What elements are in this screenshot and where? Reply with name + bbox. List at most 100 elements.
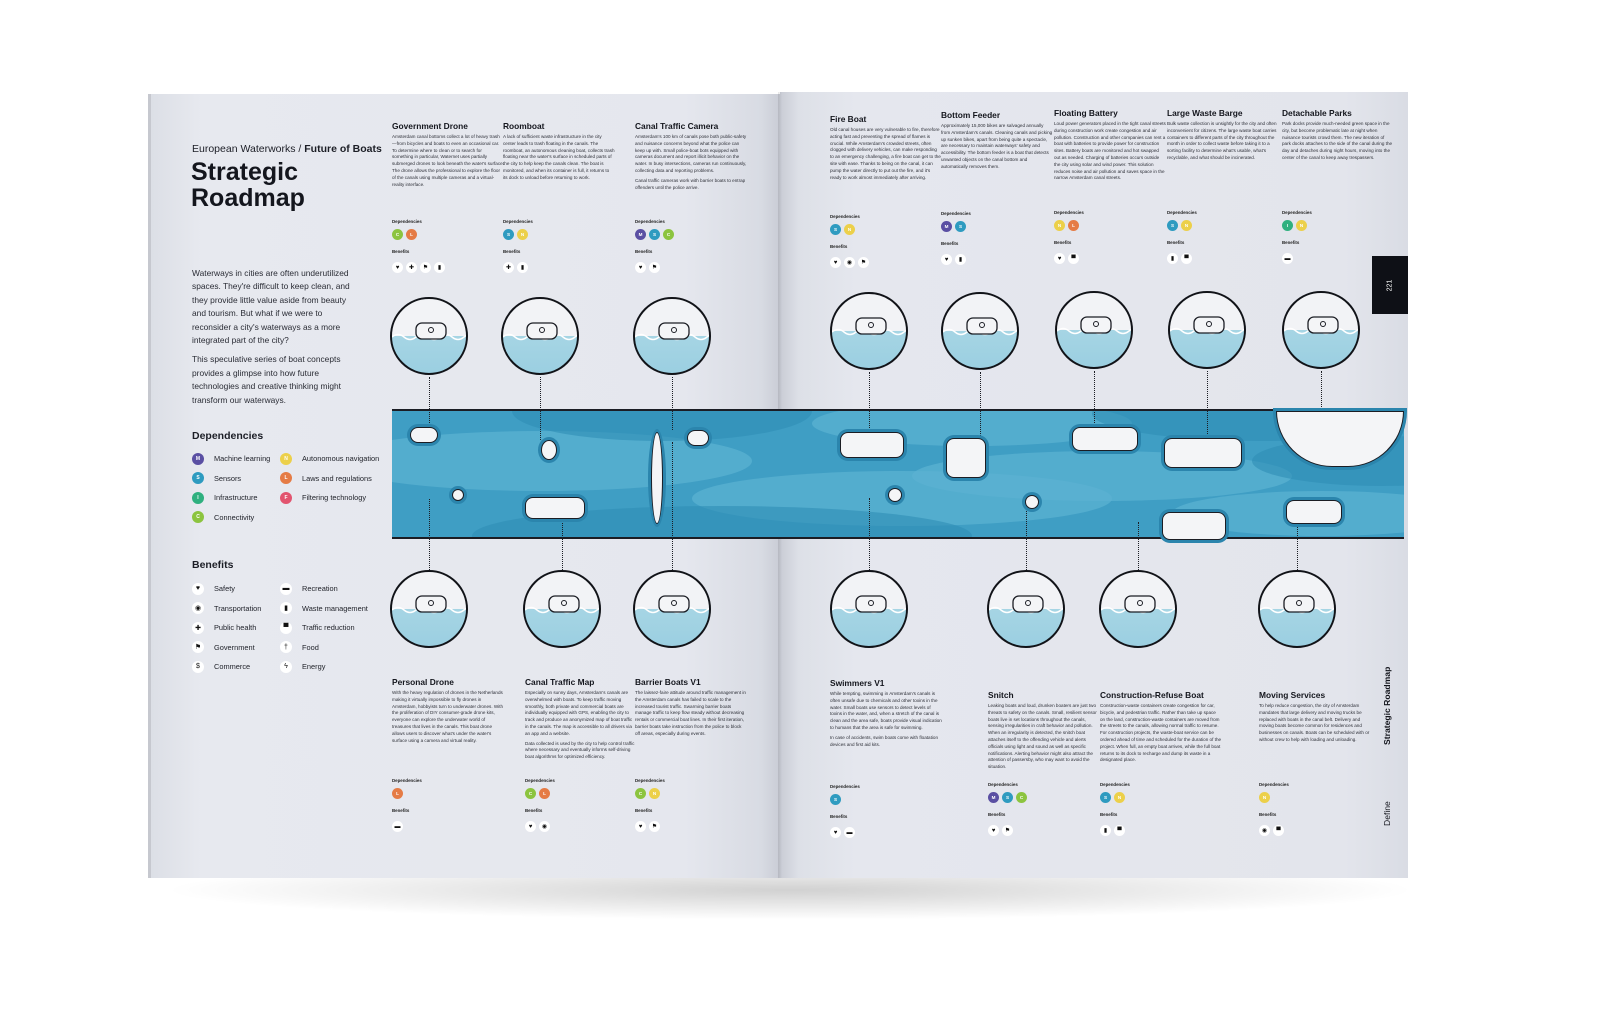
connector-line: [1026, 505, 1027, 570]
dependency-legend-item: L Laws and regulations: [280, 472, 372, 485]
benefits-label: Benefits: [1259, 812, 1277, 817]
lightning-icon: ϟ: [280, 660, 292, 673]
dependencies-label: Dependencies: [830, 214, 860, 219]
dependency-label: Laws and regulations: [302, 473, 372, 483]
trash-icon: ▮: [1100, 825, 1111, 836]
benefits-label: Benefits: [392, 808, 410, 813]
concept-dependencies: SN: [1100, 792, 1125, 803]
dependency-badge-n: N: [1114, 792, 1125, 803]
car-icon: ▀: [1273, 825, 1284, 836]
dependency-label: Filtering technology: [302, 493, 367, 502]
dependency-legend-item: M Machine learning: [192, 452, 270, 465]
dependencies-legend-heading: Dependencies: [192, 430, 264, 442]
kicker-series: Future of Boats: [304, 143, 382, 155]
dependency-legend-item: C Connectivity: [192, 511, 254, 524]
boat-marker: [1162, 512, 1226, 540]
concept-title: Floating Battery: [1054, 108, 1118, 118]
benefit-label: Safety: [214, 584, 235, 593]
benefit-label: Food: [302, 642, 319, 652]
dependencies-legend: M Machine learning S Sensors I Infrastructure…: [192, 452, 392, 532]
dependency-badge-n: N: [1181, 220, 1192, 231]
concept-illustration: [1258, 570, 1336, 648]
dependency-badge-m: M: [941, 221, 952, 232]
boat-marker: [1072, 427, 1138, 451]
dependency-badge-l: L: [539, 788, 550, 799]
concept-benefits: ♥ ▮: [941, 254, 966, 265]
dependency-badge-c: C: [392, 229, 403, 240]
concept-title: Canal Traffic Map: [525, 677, 595, 687]
benefit-legend-item: $ Commerce: [192, 660, 250, 673]
boat-marker: [1025, 495, 1039, 509]
connector-line: [1321, 371, 1322, 411]
section-title-vertical: Strategic Roadmap: [1382, 666, 1392, 745]
concept-illustration: [390, 570, 468, 648]
concept-illustration: [390, 297, 468, 375]
benefit-label: Recreation: [302, 584, 338, 593]
dependency-badge-l: L: [1068, 220, 1079, 231]
dependencies-label: Dependencies: [830, 784, 860, 789]
benefit-legend-item: ▮ Waste management: [280, 602, 368, 615]
concept-benefits: ▬: [1282, 253, 1293, 264]
connector-line: [540, 377, 541, 440]
dependency-legend-item: I Infrastructure: [192, 491, 258, 504]
boat-marker: [946, 438, 986, 478]
concept-title: Personal Drone: [392, 677, 454, 687]
dependency-badge-i: I: [1282, 220, 1293, 231]
concept-card: Detachable Parks Park docks provide much-…: [1282, 108, 1394, 165]
dependency-label: Machine learning: [214, 454, 271, 463]
location-pin-icon: ◉: [1259, 825, 1270, 836]
concept-benefits: ♥ ◉: [525, 821, 550, 832]
benefits-label: Benefits: [1054, 240, 1072, 245]
dependency-badge-n: N: [517, 229, 528, 240]
dependencies-label: Dependencies: [1100, 782, 1130, 787]
dependencies-label: Dependencies: [503, 219, 533, 224]
trash-icon: ▮: [280, 602, 292, 614]
intro-paragraph: Waterways in cities are often underutili…: [192, 268, 350, 346]
concept-illustration: [501, 297, 579, 375]
concept-dependencies: S: [830, 794, 841, 805]
connector-line: [869, 372, 870, 432]
concept-card: Fire Boat Old canal houses are very vulne…: [830, 114, 942, 184]
dependencies-label: Dependencies: [1259, 782, 1289, 787]
concept-title: Bottom Feeder: [941, 110, 1001, 120]
flag-icon: ⚑: [420, 262, 431, 273]
dependency-badge-c: C: [635, 788, 646, 799]
heart-icon: ♥: [392, 262, 403, 273]
dependency-badge-n: N: [1259, 792, 1270, 803]
concept-card: Canal Traffic Camera Amsterdam's 100 km o…: [635, 121, 747, 194]
dependency-badge-s: S: [1167, 220, 1178, 231]
concept-dependencies: NL: [1054, 220, 1079, 231]
benefits-label: Benefits: [988, 812, 1006, 817]
dependencies-label: Dependencies: [392, 778, 422, 783]
heart-icon: ♥: [635, 262, 646, 273]
concept-illustration: [1168, 291, 1246, 369]
concept-description: Bulk waste collection is unsightly for t…: [1167, 121, 1277, 160]
benefit-label: Transportation: [214, 603, 262, 613]
concept-title: Barrier Boats V1: [635, 677, 701, 687]
concept-benefits: ♥ ⚑: [635, 262, 660, 273]
concept-card: Personal Drone With the heavy regulation …: [392, 677, 504, 747]
trash-icon: ▮: [1167, 253, 1178, 264]
benefits-legend: ♥ Safety ◉ Transportation ✚ Public health ⚑ Gov…: [192, 582, 392, 682]
benefits-label: Benefits: [941, 241, 959, 246]
concept-card: Roomboat A lack of sufficient waste infra…: [503, 121, 615, 185]
concept-illustration: [523, 570, 601, 648]
dependencies-label: Dependencies: [988, 782, 1018, 787]
dependency-badge-s: S: [830, 224, 841, 235]
intro-paragraph: This speculative series of boat concepts…: [192, 354, 341, 405]
concept-title: Moving Services: [1259, 690, 1326, 700]
dependency-label: Autonomous navigation: [302, 454, 380, 463]
concept-description: Leaking boats and loud, drunken boaters …: [988, 703, 1097, 770]
sunglasses-icon: ▬: [280, 582, 292, 595]
concept-description: A lack of sufficient waste infrastructur…: [503, 134, 615, 180]
dependency-badge: N: [280, 452, 292, 465]
car-icon: ▀: [1114, 825, 1125, 836]
magazine-spread: European Waterworks / Future of Boats St…: [0, 0, 1600, 1024]
concept-description: In case of accidents, swim boats come wi…: [830, 734, 939, 747]
boat-marker: [888, 488, 902, 502]
dependency-badge-s: S: [830, 794, 841, 805]
concept-benefits: ♥ ▀: [1054, 253, 1079, 264]
heart-icon: ♥: [525, 821, 536, 832]
dependency-legend-item: F Filtering technology: [280, 491, 366, 504]
dependencies-label: Dependencies: [635, 219, 665, 224]
